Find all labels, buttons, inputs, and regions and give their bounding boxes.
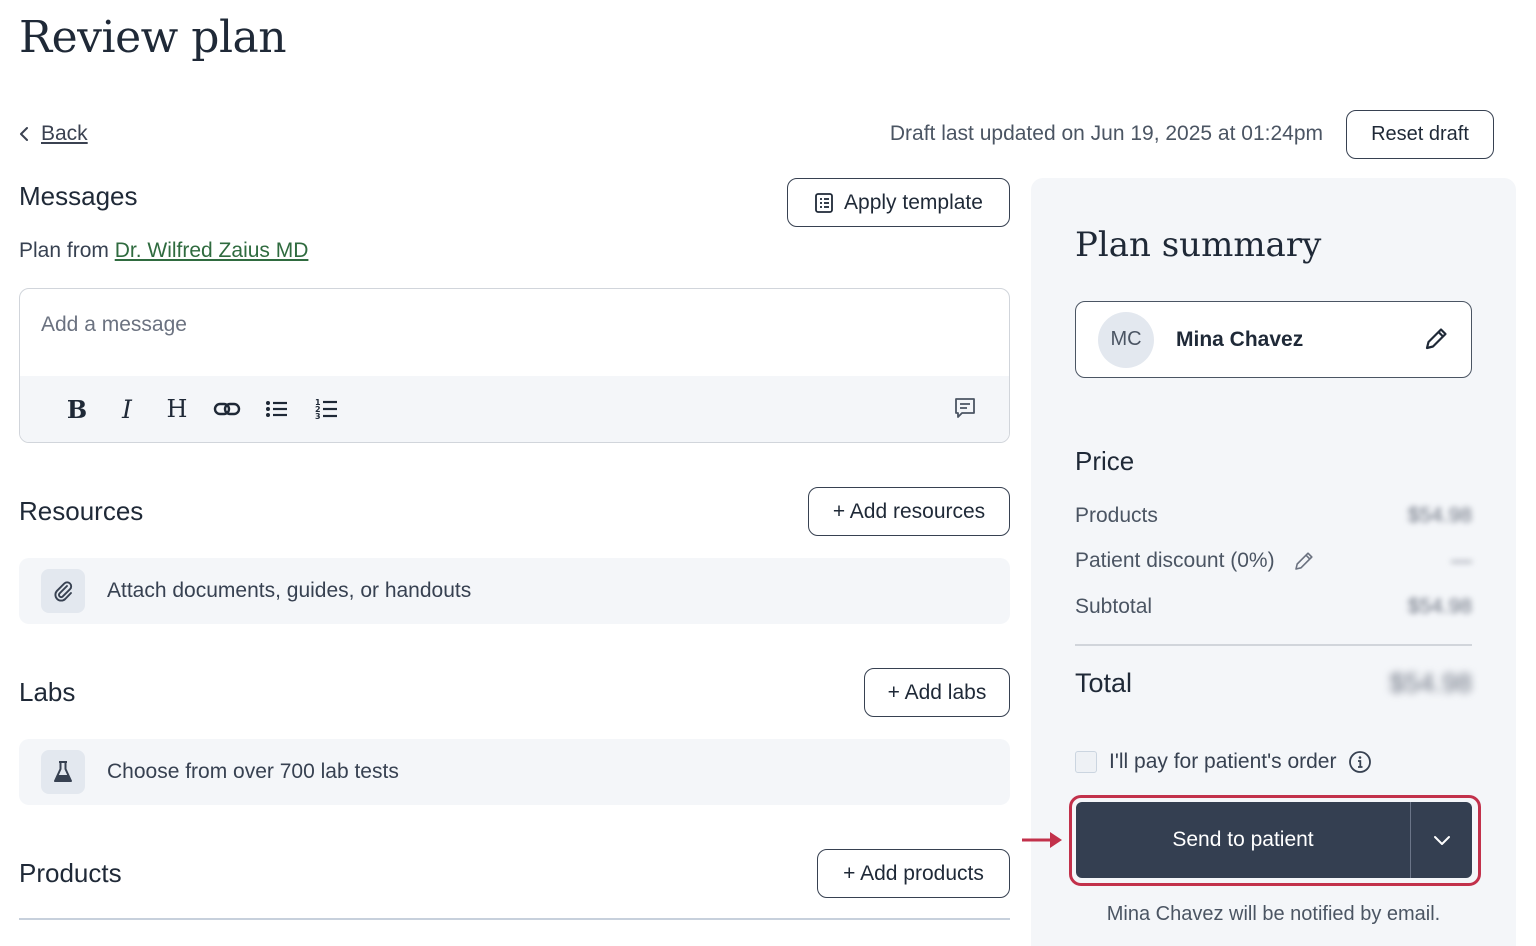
price-row-discount: Patient discount (0%) —: [1075, 549, 1472, 573]
svg-text:3: 3: [315, 412, 321, 420]
send-button-group: Send to patient: [1076, 802, 1472, 878]
info-icon[interactable]: [1348, 750, 1372, 774]
messages-title: Messages: [19, 181, 138, 211]
numbered-list-icon: 123: [315, 398, 337, 420]
comment-button[interactable]: [953, 396, 977, 425]
numbered-list-button[interactable]: 123: [302, 389, 352, 429]
products-title: Products: [19, 858, 122, 888]
message-editor[interactable]: Add a message B I H 123: [19, 288, 1010, 443]
pencil-icon: [1425, 328, 1447, 350]
back-label: Back: [41, 122, 88, 145]
practitioner-link[interactable]: Dr. Wilfred Zaius MD: [115, 239, 309, 262]
plan-from: Plan from Dr. Wilfred Zaius MD: [19, 239, 308, 263]
chevron-left-icon: [20, 127, 28, 141]
apply-template-button[interactable]: Apply template: [787, 178, 1010, 227]
italic-button[interactable]: I: [102, 389, 152, 429]
flask-icon: [41, 750, 85, 794]
send-to-patient-button[interactable]: Send to patient: [1076, 802, 1411, 878]
price-divider: [1075, 644, 1472, 646]
page-title: Review plan: [19, 12, 287, 63]
total-label: Total: [1075, 668, 1133, 698]
add-resources-button[interactable]: + Add resources: [808, 487, 1010, 536]
total-value: $54.98: [1389, 668, 1472, 698]
message-input[interactable]: Add a message: [20, 289, 1009, 376]
price-title: Price: [1075, 446, 1135, 476]
price-row-products: Products $54.98: [1075, 504, 1472, 528]
send-options-button[interactable]: [1411, 802, 1472, 878]
total-row: Total $54.98: [1075, 668, 1472, 699]
link-icon: [213, 402, 241, 416]
price-label: Patient discount (0%): [1075, 549, 1275, 572]
heading-button[interactable]: H: [152, 389, 202, 429]
patient-card: MC Mina Chavez: [1075, 301, 1472, 378]
resources-empty-state[interactable]: Attach documents, guides, or handouts: [19, 558, 1010, 624]
resources-empty-text: Attach documents, guides, or handouts: [107, 579, 472, 602]
pay-for-patient-label: I'll pay for patient's order: [1109, 750, 1337, 773]
price-value: $54.98: [1407, 504, 1472, 527]
products-divider: [19, 918, 1010, 920]
labs-title: Labs: [19, 677, 76, 707]
resources-title: Resources: [19, 496, 144, 526]
add-labs-button[interactable]: + Add labs: [864, 668, 1010, 717]
pay-for-patient-row: I'll pay for patient's order: [1075, 750, 1372, 774]
bold-button[interactable]: B: [52, 389, 102, 429]
price-value: —: [1451, 549, 1472, 572]
plan-summary-title: Plan summary: [1075, 225, 1322, 265]
reset-draft-button[interactable]: Reset draft: [1346, 110, 1494, 159]
template-icon: [815, 192, 833, 213]
back-link[interactable]: Back: [19, 122, 88, 146]
labs-empty-text: Choose from over 700 lab tests: [107, 760, 399, 783]
link-button[interactable]: [202, 389, 252, 429]
price-label: Subtotal: [1075, 595, 1153, 618]
plan-from-prefix: Plan from: [19, 239, 109, 262]
comment-icon: [955, 398, 975, 418]
avatar: MC: [1098, 311, 1154, 368]
chevron-down-icon: [1433, 836, 1450, 845]
bullet-list-button[interactable]: [252, 389, 302, 429]
bullet-list-icon: [266, 401, 287, 417]
apply-template-label: Apply template: [844, 190, 983, 214]
edit-discount-icon[interactable]: [1293, 550, 1315, 572]
price-label: Products: [1075, 504, 1158, 527]
editor-toolbar: B I H 123: [20, 376, 1009, 442]
price-row-subtotal: Subtotal $54.98: [1075, 595, 1472, 619]
price-value: $54.98: [1407, 595, 1472, 618]
notification-text: Mina Chavez will be notified by email.: [1106, 903, 1441, 925]
pay-for-patient-checkbox[interactable]: [1075, 751, 1097, 773]
labs-empty-state[interactable]: Choose from over 700 lab tests: [19, 739, 1010, 805]
add-products-button[interactable]: + Add products: [817, 849, 1010, 898]
draft-status: Draft last updated on Jun 19, 2025 at 01…: [889, 122, 1323, 145]
paperclip-icon: [41, 569, 85, 613]
patient-name: Mina Chavez: [1176, 327, 1304, 351]
pointer-arrow-icon: [1022, 832, 1062, 848]
edit-patient-button[interactable]: [1423, 326, 1449, 357]
